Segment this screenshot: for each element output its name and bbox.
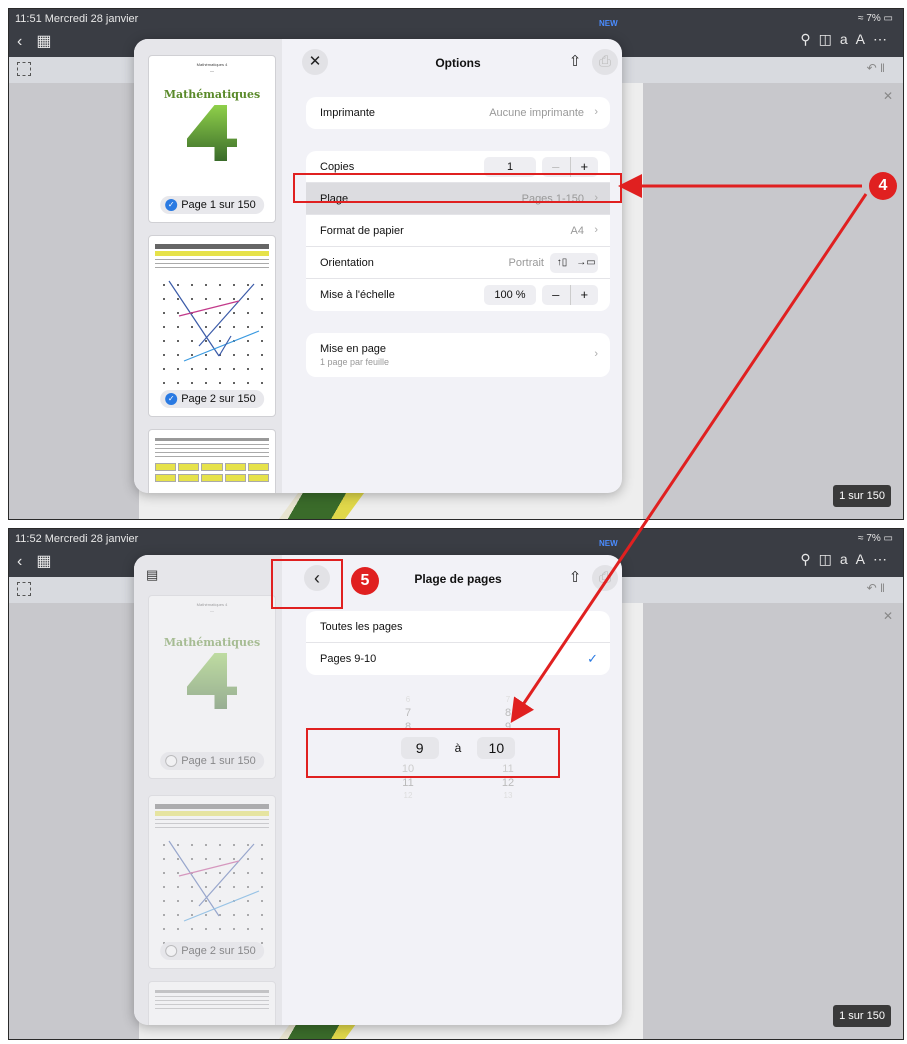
annotation-arrows [510,174,868,723]
arrow-to-picker [510,193,868,723]
